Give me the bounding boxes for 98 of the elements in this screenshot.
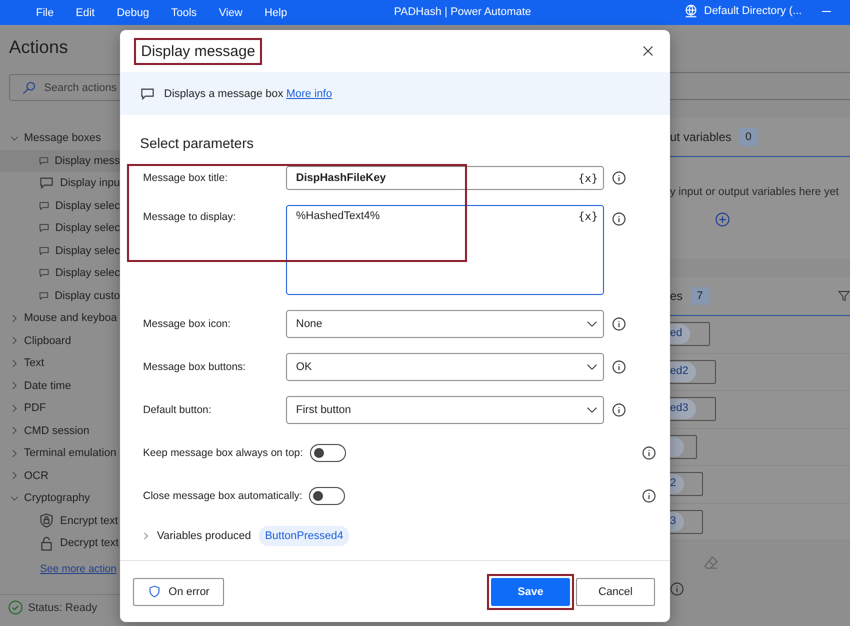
window-title: PADHash | Power Automate: [394, 6, 532, 18]
variable-item[interactable]: ed3: [670, 397, 716, 422]
chevron-icon[interactable]: [10, 404, 19, 413]
category-label[interactable]: Mouse and keyboa: [24, 312, 117, 324]
category-label[interactable]: Message boxes: [24, 132, 102, 144]
search-field[interactable]: Search actions: [9, 74, 120, 101]
search-icon: [22, 80, 36, 94]
input-field[interactable]: DispHashFileKey {x}: [286, 166, 604, 190]
variable-button[interactable]: {x}: [578, 210, 598, 223]
see-more-link[interactable]: See more action: [40, 562, 116, 574]
field-label: Message to display:: [142, 210, 237, 223]
card-title: ut variables: [670, 130, 732, 144]
chevron-icon: [142, 532, 150, 540]
add-icon[interactable]: [715, 212, 730, 227]
card-title: es: [670, 289, 683, 303]
toggle-switch[interactable]: [309, 487, 346, 505]
category-label[interactable]: Terminal emulation: [24, 447, 116, 460]
chevron-icon[interactable]: [10, 471, 19, 480]
info-icon[interactable]: [612, 171, 626, 185]
menu-item[interactable]: Edit: [76, 6, 95, 18]
chevron-icon[interactable]: [10, 448, 19, 458]
cancel-button[interactable]: Cancel: [576, 578, 655, 606]
chevron-icon[interactable]: [10, 426, 19, 436]
menu-item[interactable]: Debug: [116, 6, 150, 18]
action-item[interactable]: Display selec: [0, 217, 120, 240]
dialog-title: Display message: [134, 38, 262, 64]
category-label[interactable]: PDF: [24, 402, 46, 414]
chevron-icon[interactable]: [10, 358, 19, 368]
chevron-icon[interactable]: [10, 381, 19, 390]
category-label[interactable]: OCR: [24, 470, 48, 482]
action-item[interactable]: Display selec: [0, 262, 120, 284]
category-label[interactable]: CMD session: [24, 424, 90, 437]
speech-bubble-icon: [140, 86, 155, 100]
variables-produced-toggle[interactable]: Variables produced: [142, 530, 251, 542]
chevron-icon[interactable]: [10, 134, 19, 143]
category-label[interactable]: Clipboard: [24, 334, 72, 347]
category-label[interactable]: Date time: [24, 380, 72, 392]
category-label[interactable]: Text: [24, 357, 44, 370]
chevron-icon[interactable]: [10, 336, 19, 346]
field-label: Keep message box always on top:: [142, 447, 303, 459]
on-error-button[interactable]: On error: [133, 578, 224, 606]
save-button[interactable]: Save: [491, 578, 570, 606]
action-item[interactable]: Display selec: [0, 240, 120, 262]
action-item[interactable]: Decrypt text: [0, 532, 120, 554]
toggle-switch[interactable]: [310, 444, 346, 462]
panel-title: Actions: [9, 37, 70, 59]
speech-bubble-icon: [39, 221, 50, 236]
info-icon[interactable]: [642, 489, 656, 503]
more-info-link[interactable]: More info: [286, 88, 332, 100]
variable-button[interactable]: {x}: [578, 172, 598, 184]
field-label: Close message box automatically:: [142, 490, 302, 502]
action-item[interactable]: Display custo: [0, 284, 120, 307]
field-label: Default button:: [142, 404, 212, 416]
field-label: Message box icon:: [142, 318, 232, 330]
info-icon[interactable]: [642, 446, 656, 460]
speech-bubble-icon: [39, 176, 54, 190]
action-item[interactable]: Display selec: [0, 194, 120, 217]
chevron-icon[interactable]: [10, 314, 19, 323]
action-item[interactable]: Display inpu: [0, 172, 120, 194]
filter-icon[interactable]: [838, 290, 850, 302]
menu-item[interactable]: View: [218, 6, 242, 18]
field-label: Message box buttons:: [142, 361, 247, 373]
status-text: Status: Ready: [28, 602, 98, 614]
check-circle-icon: [8, 600, 23, 615]
minimize-icon[interactable]: [822, 11, 831, 13]
category-label[interactable]: Cryptography: [24, 492, 90, 504]
info-icon[interactable]: [612, 212, 626, 226]
section-heading: Select parameters: [140, 135, 255, 153]
action-item[interactable]: Display mess: [0, 150, 120, 172]
info-icon[interactable]: [612, 360, 626, 374]
count-badge: 0: [739, 128, 758, 146]
info-icon[interactable]: [612, 317, 626, 331]
variable-item[interactable]: ed: [670, 322, 710, 346]
globe-icon: [684, 4, 698, 18]
menu-item[interactable]: Tools: [171, 6, 197, 18]
dropdown[interactable]: First button: [286, 396, 604, 424]
lock-icon: [39, 536, 54, 551]
menu-item[interactable]: Help: [264, 6, 288, 18]
info-icon[interactable]: [612, 403, 626, 417]
variable-chip[interactable]: ButtonPressed4: [258, 526, 350, 546]
variable-item[interactable]: 2: [670, 472, 703, 496]
shield-lock-icon: [39, 513, 54, 528]
speech-bubble-icon: [39, 266, 50, 280]
empty-text: y input or output variables here yet: [670, 186, 839, 198]
description-text: Displays a message box: [164, 88, 284, 100]
count-badge: 7: [690, 287, 709, 305]
dropdown[interactable]: None: [286, 310, 604, 338]
shield-icon: [148, 585, 161, 598]
variable-item[interactable]: [670, 434, 697, 459]
variable-item[interactable]: 3: [670, 510, 703, 534]
chevron-icon[interactable]: [10, 494, 19, 503]
dropdown[interactable]: OK: [286, 353, 604, 381]
field-label: Message box title:: [142, 172, 229, 184]
account-name[interactable]: Default Directory (...: [704, 5, 802, 17]
text-area[interactable]: %HashedText4% {x}: [286, 205, 604, 295]
variable-item[interactable]: ed2: [670, 360, 716, 384]
action-item[interactable]: Encrypt text: [0, 510, 120, 532]
menu-item[interactable]: File: [36, 6, 54, 18]
